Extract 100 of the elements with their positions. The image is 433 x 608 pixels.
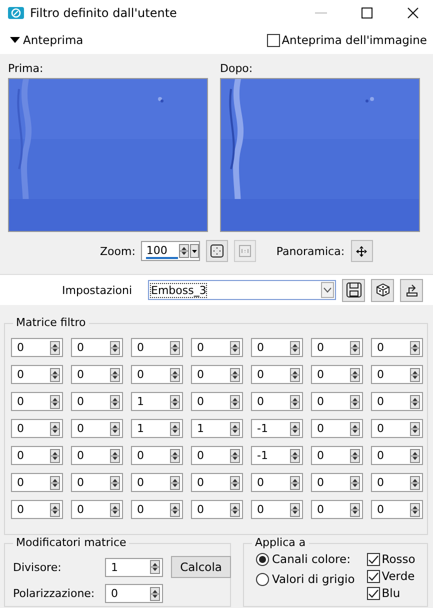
number-field[interactable]: 0 <box>191 446 243 465</box>
number-field[interactable]: 0 <box>191 473 243 492</box>
number-field[interactable]: 0 <box>251 473 303 492</box>
number-field[interactable]: 0 <box>311 338 363 357</box>
number-field[interactable]: 0 <box>11 473 63 492</box>
number-field[interactable]: 0 <box>251 392 303 411</box>
spin-arrows[interactable] <box>230 340 240 354</box>
spin-arrows[interactable] <box>170 422 180 436</box>
number-field[interactable]: 0 <box>11 500 63 519</box>
number-field[interactable]: 0 <box>371 500 423 519</box>
spin-arrows[interactable] <box>110 394 120 408</box>
spin-arrows[interactable] <box>110 448 120 462</box>
number-field[interactable]: 0 <box>131 473 183 492</box>
number-field[interactable]: 0 <box>131 500 183 519</box>
spin-arrows[interactable] <box>410 368 420 382</box>
number-field[interactable]: 0 <box>71 392 123 411</box>
spin-arrows[interactable] <box>170 476 180 490</box>
number-field[interactable]: 0 <box>311 365 363 384</box>
maximize-icon[interactable] <box>361 7 373 19</box>
number-field[interactable]: -1 <box>251 446 303 465</box>
spin-arrows[interactable] <box>410 502 420 516</box>
spin-arrows[interactable] <box>110 422 120 436</box>
spin-arrows[interactable] <box>290 422 300 436</box>
spin-arrows[interactable] <box>290 340 300 354</box>
number-field[interactable]: 0 <box>191 338 243 357</box>
expander-toggle[interactable]: Anteprima <box>10 33 84 47</box>
number-field[interactable]: 0 <box>71 500 123 519</box>
number-field[interactable]: 0 <box>71 446 123 465</box>
spin-arrows[interactable] <box>50 340 60 354</box>
number-field[interactable]: 0 <box>371 473 423 492</box>
spin-arrows[interactable] <box>350 394 360 408</box>
calculate-button[interactable]: Calcola <box>171 556 231 578</box>
spin-arrows[interactable] <box>290 368 300 382</box>
number-field[interactable]: 0 <box>11 392 63 411</box>
spin-arrows[interactable] <box>170 502 180 516</box>
spin-arrows[interactable] <box>410 394 420 408</box>
number-field[interactable]: 0 <box>371 365 423 384</box>
pan-button[interactable] <box>350 240 373 262</box>
spin-arrows[interactable] <box>179 244 190 258</box>
number-field[interactable]: 0 <box>11 365 63 384</box>
number-field[interactable]: 0 <box>371 419 423 438</box>
spin-arrows[interactable] <box>350 502 360 516</box>
number-field[interactable]: 1 <box>191 419 243 438</box>
number-field[interactable]: 0 <box>251 365 303 384</box>
spin-arrows[interactable] <box>50 448 60 462</box>
spin-arrows[interactable] <box>150 586 160 600</box>
spin-arrows[interactable] <box>410 340 420 354</box>
save-button[interactable] <box>342 278 365 302</box>
spin-arrows[interactable] <box>230 422 240 436</box>
spin-arrows[interactable] <box>170 448 180 462</box>
number-field[interactable]: 0 <box>131 365 183 384</box>
fit-button[interactable] <box>206 240 228 262</box>
spin-arrows[interactable] <box>110 502 120 516</box>
number-field[interactable]: 0 <box>371 446 423 465</box>
number-field[interactable]: 1 <box>105 558 163 576</box>
spin-arrows[interactable] <box>410 476 420 490</box>
number-field[interactable]: 0 <box>131 338 183 357</box>
spin-arrows[interactable] <box>230 476 240 490</box>
spin-arrows[interactable] <box>290 394 300 408</box>
number-field[interactable]: 0 <box>251 500 303 519</box>
spin-arrows[interactable] <box>290 448 300 462</box>
number-field[interactable]: 0 <box>311 419 363 438</box>
spin-arrows[interactable] <box>170 394 180 408</box>
number-field[interactable]: 0 <box>311 446 363 465</box>
number-field[interactable]: 1 <box>131 419 183 438</box>
spin-arrows[interactable] <box>350 476 360 490</box>
spin-arrows[interactable] <box>50 394 60 408</box>
number-field[interactable]: 0 <box>105 584 163 603</box>
spin-arrows[interactable] <box>350 448 360 462</box>
number-field[interactable]: 0 <box>311 392 363 411</box>
number-field[interactable]: 1 <box>131 392 183 411</box>
number-field[interactable]: 0 <box>251 338 303 357</box>
number-field[interactable]: 0 <box>191 500 243 519</box>
spin-arrows[interactable] <box>230 368 240 382</box>
number-field[interactable]: 0 <box>71 419 123 438</box>
number-field[interactable]: 0 <box>131 446 183 465</box>
spin-arrows[interactable] <box>150 560 160 574</box>
spin-arrows[interactable] <box>350 340 360 354</box>
reset-button[interactable] <box>400 278 423 302</box>
spin-arrows[interactable] <box>230 502 240 516</box>
spin-arrows[interactable] <box>50 422 60 436</box>
spin-arrows[interactable] <box>50 368 60 382</box>
number-field[interactable]: 0 <box>311 500 363 519</box>
spin-arrows[interactable] <box>410 422 420 436</box>
spin-arrows[interactable] <box>170 340 180 354</box>
spin-arrows[interactable] <box>50 476 60 490</box>
number-field[interactable]: 0 <box>71 365 123 384</box>
number-field[interactable]: 0 <box>191 392 243 411</box>
number-field[interactable]: -1 <box>251 419 303 438</box>
number-field[interactable]: 0 <box>371 338 423 357</box>
spin-arrows[interactable] <box>170 368 180 382</box>
settings-dropdown[interactable]: Emboss_3 <box>148 280 336 300</box>
spin-arrows[interactable] <box>110 476 120 490</box>
number-field[interactable]: 0 <box>191 365 243 384</box>
checkbox[interactable]: Anteprima dell'immagine <box>266 33 427 47</box>
zoom-field[interactable]: 100 <box>141 241 200 261</box>
number-field[interactable]: 0 <box>371 392 423 411</box>
spin-arrows[interactable] <box>350 368 360 382</box>
radio-button[interactable]: Valori di grigio <box>256 572 355 586</box>
spin-arrows[interactable] <box>110 368 120 382</box>
